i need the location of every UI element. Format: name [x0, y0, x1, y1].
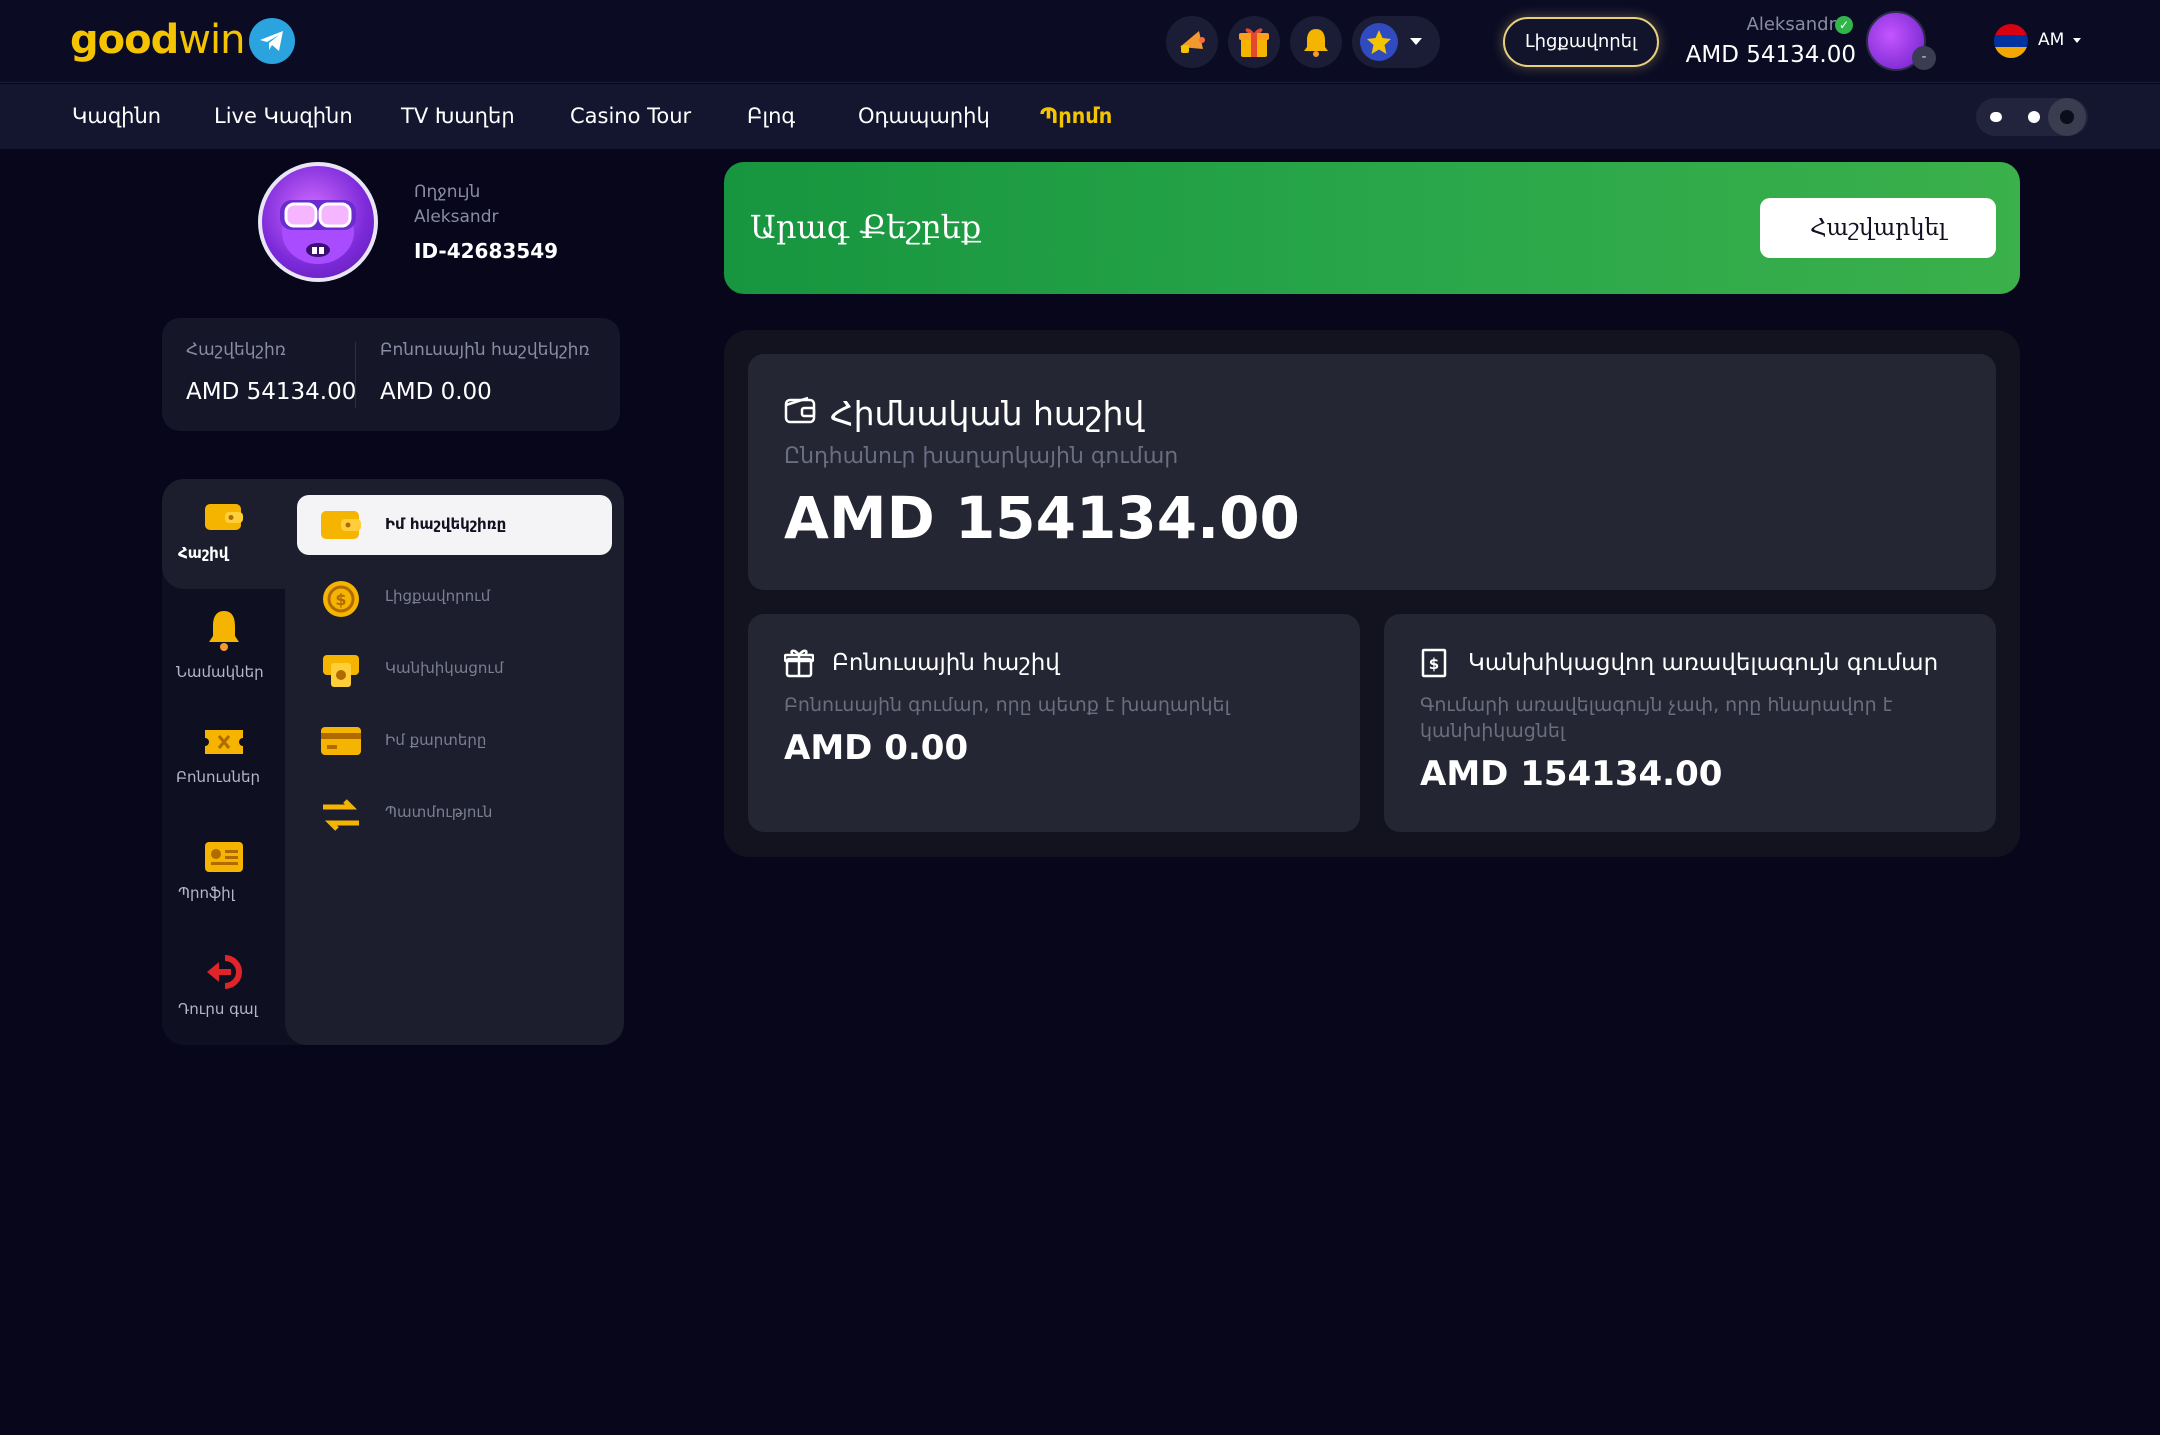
nav-item-casino-tour[interactable]: Casino Tour — [570, 104, 691, 128]
avatar-badge: - — [1912, 46, 1936, 70]
megaphone-icon[interactable] — [1166, 16, 1218, 68]
sidebar-item-account[interactable]: Հաշիվ — [162, 500, 285, 562]
bell-icon — [208, 611, 239, 651]
nav-item-live-casino[interactable]: Live Կազինո — [214, 104, 353, 128]
chevron-down-icon — [1410, 38, 1422, 45]
nav-item-blog[interactable]: Բլոգ — [747, 104, 795, 128]
sidebar-item-logout[interactable]: Դուրս գալ — [162, 954, 285, 1018]
bonus-balance-value: AMD 0.00 — [380, 379, 492, 405]
logo[interactable]: goodwin — [70, 17, 245, 63]
sidebar-item-label: Դուրս գալ — [178, 1000, 258, 1018]
bonus-account-card: Բոնուսային հաշիվ Բոնուսային գումար, որը … — [748, 614, 1360, 832]
ticket-icon — [204, 730, 243, 754]
wallet-icon — [204, 504, 243, 530]
profile-id: ID-42683549 — [414, 239, 559, 263]
submenu-item-history[interactable]: Պատմություն — [297, 783, 612, 843]
svg-text:$: $ — [1429, 655, 1439, 673]
wallet-icon — [784, 396, 816, 424]
quick-cashback-banner: Արագ Քեշբեք Հաշվարկել — [724, 162, 2020, 294]
profile-greeting: Ողջույն — [414, 182, 481, 202]
theme-toggle[interactable] — [1976, 98, 2088, 136]
nav-item-casino[interactable]: Կազինո — [72, 104, 161, 128]
submenu-item-label: Իմ քարտերը — [385, 731, 487, 749]
bonus-balance-label: Բոնուսային հաշվեկշիռ — [380, 340, 590, 360]
wallet-icon — [321, 511, 361, 539]
bonus-account-title: Բոնուսային հաշիվ — [832, 650, 1060, 676]
sidebar-item-label: Նամակներ — [176, 663, 264, 681]
withdrawable-account-title: Կանխիկացվող առավելագույն գումար — [1468, 650, 1939, 676]
account-balance-label: Հաշվեկշիռ — [186, 340, 286, 360]
top-bar: goodwin Լիցքավորել Aleksandr ✓ AMD 54134… — [0, 0, 2160, 83]
moon-icon — [1990, 112, 2002, 122]
sidebar-item-bonuses[interactable]: Բոնուսներ — [162, 726, 285, 786]
logo-good: good — [70, 17, 179, 63]
submenu-item-label: Պատմություն — [385, 803, 493, 821]
transfer-icon — [323, 799, 359, 831]
quick-cashback-title: Արագ Քեշբեք — [750, 208, 982, 246]
cash-icon — [323, 655, 359, 687]
chevron-down-icon — [2073, 38, 2081, 43]
withdrawable-account-subtitle: Գումարի առավելագույն չափ, որը հնարավոր է… — [1420, 694, 1893, 742]
nav-item-aviator[interactable]: Օդապարիկ — [858, 104, 990, 128]
main-account-card: Հիմնական հաշիվ Ընդհանուր խաղարկային գում… — [748, 354, 1996, 590]
withdrawable-account-amount: AMD 154134.00 — [1420, 754, 1723, 794]
verified-icon: ✓ — [1835, 16, 1853, 34]
gift-icon[interactable] — [1228, 16, 1280, 68]
divider — [355, 342, 356, 408]
submenu-item-label: Իմ հաշվեկշիռը — [385, 515, 507, 533]
header-balance: AMD 54134.00 — [1685, 42, 1856, 68]
telegram-icon[interactable] — [249, 18, 295, 64]
submenu-item-label: Կանխիկացում — [385, 659, 504, 677]
logo-win: win — [178, 17, 245, 63]
submenu-item-label: Լիցքավորում — [385, 587, 491, 605]
cash-icon: $ — [1421, 648, 1447, 678]
id-card-icon — [204, 842, 243, 872]
profile-name: Aleksandr — [414, 207, 499, 227]
main-account-title: Հիմնական հաշիվ — [830, 394, 1145, 433]
bonus-account-amount: AMD 0.00 — [784, 728, 969, 768]
logout-icon — [206, 955, 242, 989]
sidebar-item-label: Պրոֆիլ — [178, 884, 235, 902]
sidebar-item-messages[interactable]: Նամակներ — [162, 607, 285, 681]
bonus-account-subtitle: Բոնուսային գումար, որը պետք է խաղարկել — [784, 694, 1230, 716]
sidebar-item-profile[interactable]: Պրոֆիլ — [162, 840, 285, 902]
dot-icon — [2028, 111, 2040, 123]
sidebar-item-label: Բոնուսներ — [176, 768, 261, 786]
rewards-dropdown[interactable] — [1352, 16, 1440, 68]
card-icon — [321, 727, 361, 755]
nav-item-promo[interactable]: Պրոմո — [1040, 104, 1112, 128]
wallet-summary: Հաշվեկշիռ AMD 54134.00 Բոնուսային հաշվեկ… — [162, 318, 620, 431]
withdrawable-account-card: $ Կանխիկացվող առավելագույն գումար Գումար… — [1384, 614, 1996, 832]
submenu-item-withdraw[interactable]: Կանխիկացում — [297, 639, 612, 699]
deposit-button[interactable]: Լիցքավորել — [1503, 17, 1659, 67]
main-account-subtitle: Ընդհանուր խաղարկային գումար — [784, 444, 1179, 469]
submenu-item-my-balance[interactable]: Իմ հաշվեկշիռը — [297, 495, 612, 555]
coin-icon: $ — [323, 581, 359, 617]
user-name: Aleksandr — [1746, 14, 1836, 35]
sidebar-item-label: Հաշիվ — [178, 544, 229, 562]
gift-icon — [784, 649, 814, 678]
submenu-item-my-cards[interactable]: Իմ քարտերը — [297, 711, 612, 771]
star-icon — [1360, 23, 1398, 61]
calculate-button[interactable]: Հաշվարկել — [1760, 198, 1996, 258]
profile-avatar[interactable] — [258, 162, 378, 282]
toggle-knob — [2048, 98, 2086, 136]
armenia-flag-icon[interactable] — [1994, 24, 2028, 58]
main-nav: Կազինո Live Կազինո TV Խաղեր Casino Tour … — [0, 84, 2160, 149]
main-account-amount: AMD 154134.00 — [784, 484, 1300, 552]
nav-item-tv-games[interactable]: TV Խաղեր — [401, 104, 515, 128]
account-balance-value: AMD 54134.00 — [186, 379, 357, 405]
bell-icon[interactable] — [1290, 16, 1342, 68]
submenu-item-deposit[interactable]: $ Լիցքավորում — [297, 567, 612, 627]
language-selector[interactable]: AM — [2038, 30, 2064, 50]
svg-text:$: $ — [335, 590, 346, 609]
